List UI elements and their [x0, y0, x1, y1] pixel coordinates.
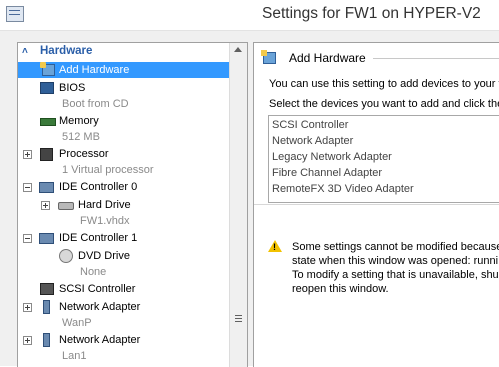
network-adapter-detail: Lan1	[62, 350, 87, 362]
section-divider	[254, 204, 499, 205]
device-list[interactable]: SCSI Controller Network Adapter Legacy N…	[268, 115, 499, 203]
tree-item-label: SCSI Controller	[59, 283, 136, 295]
tree-item-scsi-controller[interactable]: SCSI Controller	[18, 281, 230, 297]
memory-detail: 512 MB	[62, 131, 100, 143]
tree-item-hard-drive[interactable]: Hard Drive	[18, 197, 230, 213]
panel-select-prompt: Select the devices you want to add and c…	[269, 98, 499, 110]
tree-item-ide-controller-0[interactable]: IDE Controller 0	[18, 179, 230, 195]
tree-item-bios[interactable]: BIOS	[18, 80, 230, 96]
collapse-minus-icon[interactable]	[23, 234, 32, 243]
tree-item-network-adapter-wanp[interactable]: Network Adapter	[18, 299, 230, 315]
dvd-drive-detail: None	[80, 266, 107, 278]
panel-title: Add Hardware	[289, 51, 366, 65]
device-option-legacy-network-adapter[interactable]: Legacy Network Adapter	[272, 151, 392, 163]
tree-item-label: IDE Controller 0	[59, 181, 138, 193]
bios-icon	[40, 82, 54, 94]
tree-item-add-hardware[interactable]: Add Hardware	[18, 62, 230, 78]
ide-controller-icon	[39, 182, 54, 193]
device-option-remotefx-3d-video-adapter[interactable]: RemoteFX 3D Video Adapter	[272, 183, 414, 195]
warning-text-line: To modify a setting that is unavailable,…	[292, 269, 499, 281]
tree-item-processor[interactable]: Processor	[18, 146, 230, 162]
tree-item-label: IDE Controller 1	[59, 232, 138, 244]
device-option-scsi-controller[interactable]: SCSI Controller	[272, 119, 348, 131]
memory-icon	[40, 118, 56, 126]
collapse-chevron-icon[interactable]: ˄	[22, 46, 28, 57]
expand-plus-icon[interactable]	[41, 201, 50, 210]
window-title: Settings for FW1 on HYPER-V2	[262, 5, 481, 22]
device-option-network-adapter[interactable]: Network Adapter	[272, 135, 353, 147]
tree-item-label: Hard Drive	[78, 199, 131, 211]
add-hardware-icon	[40, 62, 55, 76]
warning-exclamation-icon: !	[273, 242, 276, 252]
tree-item-label: Network Adapter	[59, 334, 141, 346]
settings-window-icon	[6, 6, 24, 22]
bios-detail: Boot from CD	[62, 98, 129, 110]
expand-plus-icon[interactable]	[23, 303, 32, 312]
network-adapter-icon	[43, 300, 50, 314]
warning-text-line: reopen this window.	[292, 283, 389, 295]
hard-drive-detail: FW1.vhdx	[80, 215, 130, 227]
hardware-tree[interactable]: ˄ Hardware Add Hardware BIOS Boot from C…	[17, 42, 248, 367]
add-hardware-panel: Add Hardware You can use this setting to…	[253, 42, 499, 367]
warning-text-line: state when this window was opened: runni	[292, 255, 499, 267]
panel-intro: You can use this setting to add devices …	[269, 78, 499, 90]
tree-item-label: Network Adapter	[59, 301, 141, 313]
tree-scrollbar[interactable]	[229, 43, 247, 367]
expand-plus-icon[interactable]	[23, 336, 32, 345]
hardware-section-header[interactable]: ˄ Hardware	[18, 43, 230, 61]
panel-header: Add Hardware	[261, 50, 499, 66]
ide-controller-icon	[39, 233, 54, 244]
network-adapter-detail: WanP	[62, 317, 92, 329]
tree-item-label: Add Hardware	[59, 64, 130, 76]
scroll-thumb-grip-icon[interactable]	[235, 315, 242, 316]
add-hardware-icon	[261, 50, 276, 64]
dvd-drive-icon	[59, 249, 73, 263]
tree-item-dvd-drive[interactable]: DVD Drive	[18, 248, 230, 264]
tree-item-label: Processor	[59, 148, 109, 160]
tree-item-network-adapter-lan1[interactable]: Network Adapter	[18, 332, 230, 348]
collapse-minus-icon[interactable]	[23, 183, 32, 192]
tree-item-ide-controller-1[interactable]: IDE Controller 1	[18, 230, 230, 246]
scsi-controller-icon	[40, 283, 54, 295]
tree-item-label: DVD Drive	[78, 250, 130, 262]
hard-drive-icon	[58, 202, 74, 210]
processor-icon	[40, 148, 53, 161]
network-adapter-icon	[43, 333, 50, 347]
hardware-section-label: Hardware	[40, 45, 93, 57]
device-option-fibre-channel-adapter[interactable]: Fibre Channel Adapter	[272, 167, 382, 179]
header-rule	[373, 58, 499, 59]
tree-item-label: Memory	[59, 115, 99, 127]
scroll-up-arrow-icon[interactable]	[234, 47, 242, 52]
processor-detail: 1 Virtual processor	[62, 164, 154, 176]
expand-plus-icon[interactable]	[23, 150, 32, 159]
tree-item-label: BIOS	[59, 82, 86, 94]
tree-item-memory[interactable]: Memory	[18, 113, 230, 129]
title-bar: Settings for FW1 on HYPER-V2	[0, 0, 499, 31]
warning-text-line: Some settings cannot be modified because	[292, 241, 499, 253]
